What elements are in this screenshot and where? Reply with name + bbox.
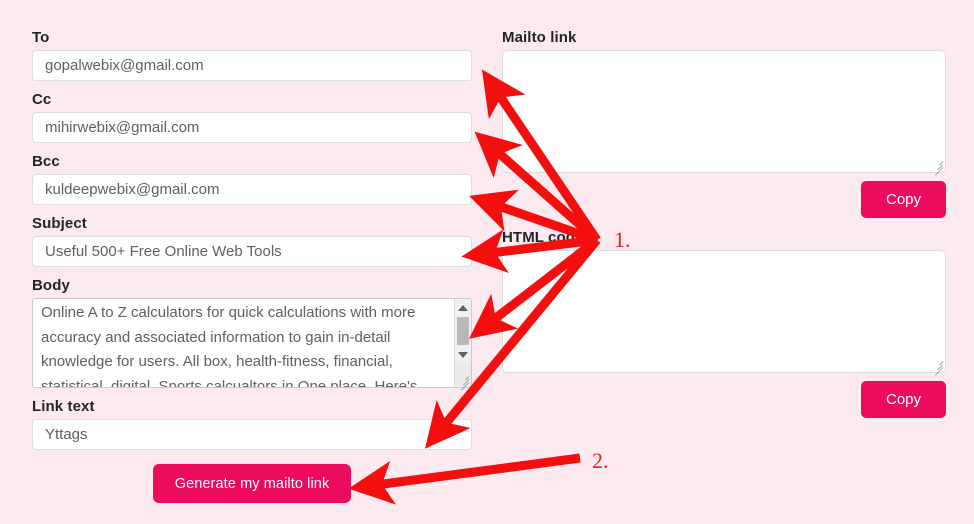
body-textarea-wrapper: Online A to Z calculators for quick calc… (32, 298, 472, 391)
scroll-up-arrow-icon[interactable] (455, 299, 471, 316)
form-column: To Cc Bcc Subject Body Online A to Z cal… (32, 28, 472, 450)
scrollbar-corner (455, 363, 471, 386)
copy-mailto-link-button[interactable]: Copy (861, 181, 946, 218)
to-input[interactable] (32, 50, 472, 81)
scroll-down-arrow-icon[interactable] (455, 346, 471, 363)
label-mailto-link: Mailto link (502, 29, 577, 46)
copy-html-code-button[interactable]: Copy (861, 381, 946, 418)
html-code-output-wrapper (502, 250, 946, 376)
label-to: To (32, 29, 50, 46)
link-text-input[interactable] (32, 419, 472, 450)
mailto-link-generator-page: To Cc Bcc Subject Body Online A to Z cal… (0, 0, 974, 519)
generate-mailto-link-button[interactable]: Generate my mailto link (152, 464, 352, 503)
cc-input[interactable] (32, 112, 472, 143)
label-html-code: HTML code (502, 229, 584, 246)
subject-input[interactable] (32, 236, 472, 267)
mailto-output-wrapper (502, 50, 946, 176)
html-code-output[interactable] (502, 250, 946, 373)
bcc-input[interactable] (32, 174, 472, 205)
annotation-step-2: 2. (592, 448, 609, 473)
generate-button-row: Generate my mailto link (32, 464, 472, 503)
body-textarea[interactable]: Online A to Z calculators for quick calc… (32, 298, 472, 388)
body-scrollbar[interactable] (454, 299, 471, 387)
label-bcc: Bcc (32, 153, 60, 170)
label-subject: Subject (32, 215, 87, 232)
mailto-link-output[interactable] (502, 50, 946, 173)
label-link-text: Link text (32, 398, 95, 415)
label-cc: Cc (32, 91, 52, 108)
scrollbar-thumb[interactable] (457, 317, 469, 345)
label-body: Body (32, 277, 70, 294)
output-column: Mailto link Copy HTML code Copy (502, 28, 946, 418)
